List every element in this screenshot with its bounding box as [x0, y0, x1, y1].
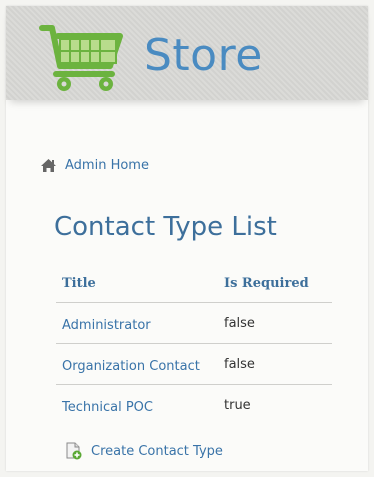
site-header: Store	[6, 6, 368, 100]
column-header-is-required[interactable]: Is Required	[224, 276, 332, 291]
home-icon	[41, 158, 56, 172]
table-row: Technical POC true	[56, 385, 332, 425]
create-contact-type-action[interactable]: Create Contact Type	[66, 442, 223, 460]
contact-type-link[interactable]: Organization Contact	[62, 359, 200, 374]
contact-type-link[interactable]: Administrator	[62, 318, 151, 333]
breadcrumb-admin-home-link[interactable]: Admin Home	[65, 158, 149, 173]
column-header-title[interactable]: Title	[56, 276, 224, 291]
create-contact-type-link[interactable]: Create Contact Type	[91, 444, 223, 459]
page-title: Contact Type List	[54, 212, 277, 242]
breadcrumb: Admin Home	[40, 156, 149, 174]
contact-type-table: Title Is Required Administrator false Or…	[56, 264, 332, 425]
add-document-icon	[66, 442, 82, 460]
shopping-cart-icon[interactable]	[36, 18, 126, 98]
table-row: Administrator false	[56, 303, 332, 344]
is-required-value: true	[224, 397, 251, 413]
is-required-value: false	[224, 356, 255, 372]
contact-type-link[interactable]: Technical POC	[62, 400, 153, 415]
page-container: Store Admin Home Contact Type List Title…	[6, 6, 368, 471]
site-title[interactable]: Store	[144, 30, 263, 81]
table-row: Organization Contact false	[56, 344, 332, 385]
is-required-value: false	[224, 315, 255, 331]
table-header-row: Title Is Required	[56, 264, 332, 303]
